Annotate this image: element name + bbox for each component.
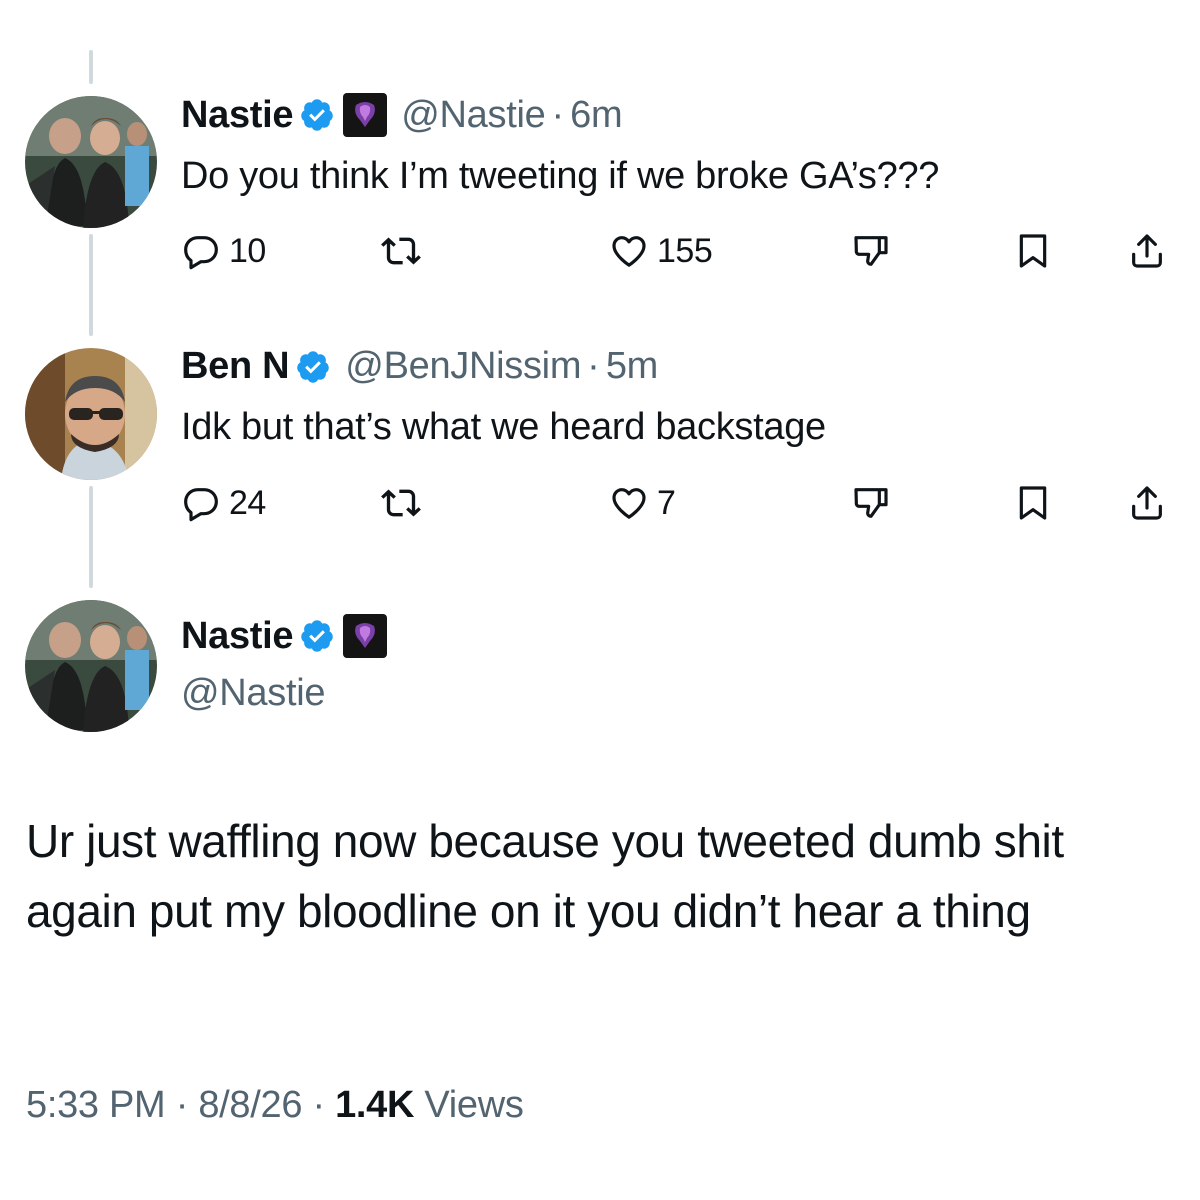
tweet-2-text: Idk but that’s what we heard backstage — [181, 406, 826, 448]
separator-dot: · — [175, 1084, 189, 1126]
handle[interactable]: @Nastie — [401, 94, 545, 137]
avatar-ben-n[interactable] — [25, 348, 157, 480]
tweet-meta: 5:33 PM · 8/8/26 · 1.4K Views — [26, 1084, 524, 1127]
display-name[interactable]: Nastie — [181, 615, 294, 658]
heart-icon — [612, 488, 646, 519]
thumbs-down-icon — [854, 488, 888, 518]
dislike-button[interactable] — [851, 226, 891, 276]
like-count: 7 — [657, 483, 676, 522]
verified-badge-icon — [297, 350, 330, 383]
tweet-2-actions: 24 7 — [181, 478, 1171, 528]
retweet-icon — [381, 489, 421, 517]
share-button[interactable] — [1127, 478, 1167, 528]
reply-count: 10 — [229, 231, 266, 270]
separator-dot: · — [312, 1084, 325, 1126]
retweet-button[interactable] — [381, 478, 421, 528]
thread-line-2 — [89, 486, 93, 588]
share-icon — [1132, 234, 1162, 268]
avatar-nastie-main[interactable] — [25, 600, 157, 732]
affiliate-logo-icon[interactable] — [343, 93, 388, 137]
share-icon — [1132, 486, 1162, 520]
display-name[interactable]: Nastie — [181, 94, 294, 137]
timestamp[interactable]: 6m — [570, 94, 623, 137]
tweet-1-text: Do you think I’m tweeting if we broke GA… — [181, 155, 940, 197]
verified-badge-icon — [301, 99, 334, 131]
retweet-icon — [381, 237, 421, 265]
post-time[interactable]: 5:33 PM — [26, 1084, 166, 1126]
main-handle[interactable]: @Nastie — [181, 672, 325, 715]
main-tweet-text: Ur just waffling now because you tweeted… — [26, 815, 1064, 938]
avatar-nastie[interactable] — [25, 96, 157, 228]
reply-button[interactable]: 24 — [181, 478, 266, 528]
like-button[interactable]: 7 — [609, 478, 676, 528]
reply-button[interactable]: 10 — [181, 226, 266, 276]
heart-icon — [612, 236, 646, 267]
thread-line-top — [89, 50, 93, 84]
main-tweet-header: Nastie — [181, 614, 388, 658]
bookmark-button[interactable] — [1013, 226, 1053, 276]
thread-line-1 — [89, 234, 93, 336]
bookmark-icon — [1019, 234, 1047, 268]
reply-icon — [184, 236, 218, 270]
retweet-button[interactable] — [381, 226, 421, 276]
tweet-1-header: Nastie @Nastie · 6m — [181, 93, 623, 137]
like-button[interactable]: 155 — [609, 226, 713, 276]
separator-dot: · — [551, 93, 565, 136]
share-button[interactable] — [1127, 226, 1167, 276]
reply-count: 24 — [229, 483, 266, 522]
dislike-button[interactable] — [851, 478, 891, 528]
reply-icon — [184, 488, 218, 522]
tweet-1-actions: 10 155 — [181, 226, 1171, 276]
affiliate-logo-icon[interactable] — [343, 614, 388, 658]
views-count[interactable]: 1.4K — [335, 1084, 414, 1126]
thumbs-down-icon — [854, 236, 888, 266]
timestamp[interactable]: 5m — [606, 345, 659, 388]
bookmark-icon — [1019, 486, 1047, 520]
handle[interactable]: @BenJNissim — [345, 345, 581, 388]
views-label: Views — [424, 1084, 524, 1126]
post-date[interactable]: 8/8/26 — [198, 1084, 302, 1126]
like-count: 155 — [657, 231, 713, 270]
tweet-2-header: Ben N @BenJNissim · 5m — [181, 345, 658, 388]
verified-badge-icon — [301, 620, 334, 652]
separator-dot: · — [587, 345, 600, 387]
bookmark-button[interactable] — [1013, 478, 1053, 528]
display-name[interactable]: Ben N — [181, 345, 290, 388]
